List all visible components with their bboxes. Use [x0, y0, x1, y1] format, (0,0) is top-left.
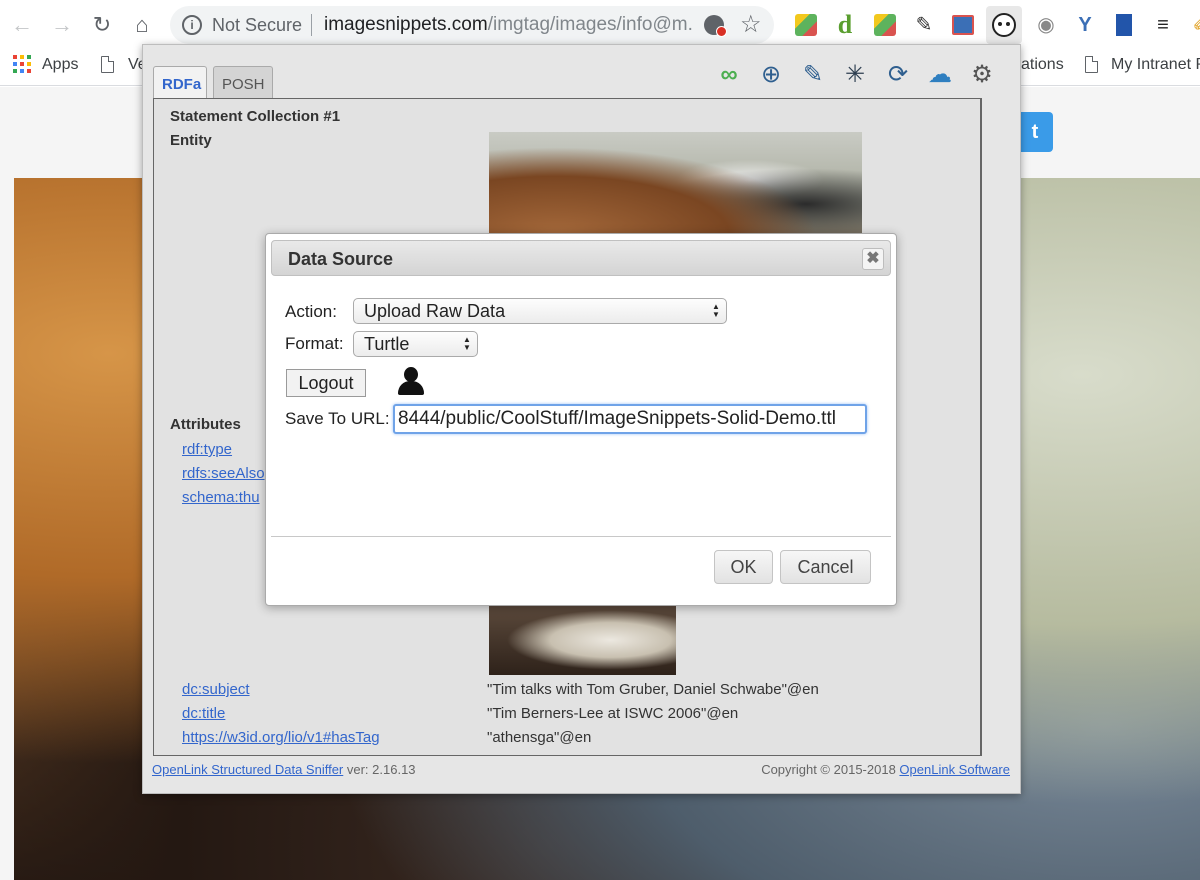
reload-icon[interactable]: ↻ — [89, 10, 115, 40]
save-url-label: Save To URL: — [285, 409, 390, 428]
bookmark-intranet[interactable]: My Intranet P — [1111, 56, 1200, 74]
action-label: Action: — [285, 302, 337, 321]
action-select-value: Upload Raw Data — [364, 301, 506, 321]
select-arrows-icon: ▲ ▼ — [463, 335, 471, 352]
attribute-value: "Tim Berners-Lee at ISWC 2006"@en — [487, 705, 739, 722]
attribute-link[interactable]: rdfs:seeAlso — [182, 465, 265, 482]
extension-screenshot-icon[interactable] — [950, 11, 976, 39]
link-icon[interactable]: ∞ — [713, 59, 745, 91]
select-arrows-icon: ▲ ▼ — [712, 302, 720, 319]
copyright-text: Copyright © 2015-2018 — [761, 762, 900, 777]
attribute-thumbnail[interactable] — [489, 605, 676, 675]
extension-cube-icon[interactable] — [793, 11, 819, 39]
close-icon[interactable]: ✖ — [862, 248, 884, 270]
bookmark-item[interactable]: ations — [1021, 56, 1064, 74]
save-url-input[interactable]: 8444/public/CoolStuff/ImageSnippets-Soli… — [393, 404, 867, 434]
page-icon — [101, 56, 114, 73]
extension-cube-icon[interactable] — [872, 11, 898, 39]
attribute-value: "athensga"@en — [487, 729, 592, 746]
home-icon[interactable]: ⌂ — [129, 10, 155, 40]
extension-y-icon[interactable]: Y — [1072, 11, 1098, 39]
graph-icon[interactable]: ✳ — [839, 59, 871, 91]
address-divider — [311, 14, 312, 36]
panel-edge — [981, 98, 982, 756]
apps-grid-icon[interactable] — [13, 55, 31, 73]
extension-edit-icon[interactable]: ✎ — [911, 11, 937, 39]
extension-sniffer-icon[interactable] — [986, 6, 1022, 44]
entity-label: Entity — [170, 132, 212, 149]
attribute-link[interactable]: dc:title — [182, 705, 225, 722]
extension-d-icon[interactable]: d — [832, 11, 858, 39]
extension-pencil-icon[interactable]: ✐ — [1188, 11, 1200, 39]
tab-posh[interactable]: POSH — [213, 66, 273, 100]
twitter-icon[interactable]: t — [1017, 112, 1053, 152]
format-select-value: Turtle — [364, 334, 410, 354]
sniffer-app-link[interactable]: OpenLink Structured Data Sniffer — [152, 762, 343, 777]
sniffer-footer-copyright: Copyright © 2015-2018 OpenLink Software — [761, 762, 1010, 777]
attributes-label: Attributes — [170, 416, 241, 433]
dialog-title: Data Source — [288, 249, 394, 269]
version-text: ver: 2.16.13 — [343, 762, 416, 777]
gear-icon[interactable]: ⚙ — [966, 59, 998, 91]
search-refresh-icon[interactable]: ⟳ — [882, 59, 914, 91]
action-select[interactable]: Upload Raw Data ▲ ▼ — [353, 298, 727, 324]
forward-icon[interactable]: → — [49, 10, 75, 40]
attribute-value: "Tim talks with Tom Gruber, Daniel Schwa… — [487, 681, 819, 698]
globe-search-icon[interactable]: ⊕ — [755, 59, 787, 91]
site-info-icon[interactable]: i — [182, 15, 202, 35]
attribute-link[interactable]: dc:subject — [182, 681, 250, 698]
extension-stack-icon[interactable]: ≡ — [1150, 11, 1176, 39]
url-text[interactable]: imagesnippets.com/imgtag/images/info@m..… — [324, 14, 694, 36]
page-icon — [1085, 56, 1098, 73]
statement-collection-title: Statement Collection #1 — [170, 108, 341, 125]
attribute-link[interactable]: rdf:type — [182, 441, 232, 458]
logout-button[interactable]: Logout — [286, 369, 366, 397]
format-label: Format: — [285, 334, 344, 353]
attribute-link[interactable]: schema:thu — [182, 489, 260, 506]
back-icon[interactable]: ← — [9, 10, 35, 40]
user-icon[interactable] — [396, 367, 426, 395]
format-select[interactable]: Turtle ▲ ▼ — [353, 331, 478, 357]
security-label: Not Secure — [212, 15, 303, 35]
ok-button[interactable]: OK — [714, 550, 773, 584]
cancel-button[interactable]: Cancel — [780, 550, 871, 584]
tab-rdfa[interactable]: RDFa — [153, 66, 207, 100]
extension-bulb-icon[interactable]: ◉ — [1033, 11, 1059, 39]
cloud-download-icon[interactable]: ☁ — [924, 59, 956, 91]
data-source-dialog: Data Source ✖ Action: Upload Raw Data ▲ ▼… — [265, 233, 897, 606]
url-path: /imgtag/images/info@m... — [487, 14, 694, 35]
bookmark-apps[interactable]: Apps — [42, 56, 78, 74]
edit-icon[interactable]: ✎ — [797, 59, 829, 91]
browser-toolbar: ← → ↻ ⌂ i Not Secure imagesnippets.com/i… — [0, 0, 1200, 50]
bookmark-star-icon[interactable]: ☆ — [740, 10, 762, 39]
openlink-software-link[interactable]: OpenLink Software — [899, 762, 1010, 777]
url-host: imagesnippets.com — [324, 14, 488, 35]
dialog-divider — [271, 536, 891, 537]
dialog-title-bar[interactable]: Data Source ✖ — [271, 240, 891, 276]
popup-blocked-icon[interactable] — [704, 15, 727, 37]
address-bar[interactable]: i Not Secure imagesnippets.com/imgtag/im… — [170, 6, 774, 44]
attribute-link[interactable]: https://w3id.org/lio/v1#hasTag — [182, 729, 380, 746]
sniffer-footer-version: OpenLink Structured Data Sniffer ver: 2.… — [152, 762, 416, 777]
extension-bookmark-icon[interactable] — [1111, 11, 1137, 39]
